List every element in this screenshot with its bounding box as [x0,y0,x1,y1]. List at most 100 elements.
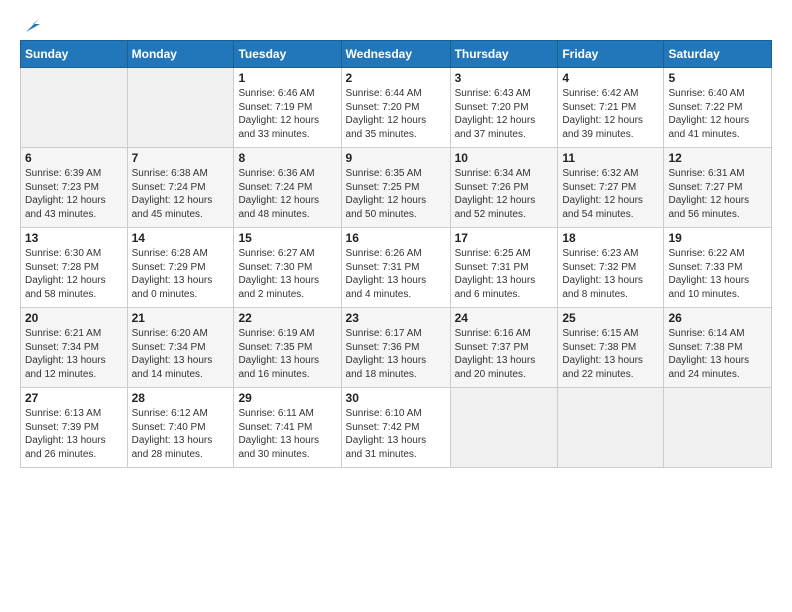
calendar-cell: 19 Sunrise: 6:22 AMSunset: 7:33 PMDayligh… [664,228,772,308]
calendar-body: 1 Sunrise: 6:46 AMSunset: 7:19 PMDaylight… [21,68,772,468]
day-number: 13 [25,231,123,245]
calendar-cell: 25 Sunrise: 6:15 AMSunset: 7:38 PMDayligh… [558,308,664,388]
day-info: Sunrise: 6:40 AMSunset: 7:22 PMDaylight:… [668,87,767,141]
day-number: 27 [25,391,123,405]
page-container: SundayMondayTuesdayWednesdayThursdayFrid… [0,0,792,478]
day-number: 23 [346,311,446,325]
calendar-cell: 29 Sunrise: 6:11 AMSunset: 7:41 PMDayligh… [234,388,341,468]
day-number: 29 [238,391,336,405]
day-number: 1 [238,71,336,85]
calendar-cell: 15Sunrise: 6:27 AMSunset: 7:30 PMDayligh… [234,228,341,308]
week-row-5: 27Sunrise: 6:13 AMSunset: 7:39 PMDayligh… [21,388,772,468]
week-row-4: 20 Sunrise: 6:21 AMSunset: 7:34 PMDayligh… [21,308,772,388]
calendar-cell: 4 Sunrise: 6:42 AMSunset: 7:21 PMDaylight… [558,68,664,148]
calendar-cell: 22 Sunrise: 6:19 AMSunset: 7:35 PMDayligh… [234,308,341,388]
day-info: Sunrise: 6:16 AMSunset: 7:37 PMDaylight:… [455,327,554,381]
calendar-cell [664,388,772,468]
weekday-row: SundayMondayTuesdayWednesdayThursdayFrid… [21,41,772,68]
day-number: 11 [562,151,659,165]
day-number: 10 [455,151,554,165]
day-info: Sunrise: 6:10 AMSunset: 7:42 PMDaylight:… [346,407,446,461]
weekday-header-friday: Friday [558,41,664,68]
calendar-cell [558,388,664,468]
calendar-cell: 13 Sunrise: 6:30 AMSunset: 7:28 PMDayligh… [21,228,128,308]
day-info: Sunrise: 6:14 AMSunset: 7:38 PMDaylight:… [668,327,767,381]
day-info: Sunrise: 6:15 AMSunset: 7:38 PMDaylight:… [562,327,659,381]
day-number: 25 [562,311,659,325]
day-number: 18 [562,231,659,245]
calendar-cell: 8 Sunrise: 6:36 AMSunset: 7:24 PMDaylight… [234,148,341,228]
calendar-cell: 12 Sunrise: 6:31 AMSunset: 7:27 PMDayligh… [664,148,772,228]
day-info: Sunrise: 6:20 AMSunset: 7:34 PMDaylight:… [132,327,230,381]
day-info: Sunrise: 6:23 AMSunset: 7:32 PMDaylight:… [562,247,659,301]
weekday-header-saturday: Saturday [664,41,772,68]
day-number: 30 [346,391,446,405]
logo-icon [22,14,44,36]
day-info: Sunrise: 6:19 AMSunset: 7:35 PMDaylight:… [238,327,336,381]
day-info: Sunrise: 6:25 AMSunset: 7:31 PMDaylight:… [455,247,554,301]
week-row-1: 1 Sunrise: 6:46 AMSunset: 7:19 PMDaylight… [21,68,772,148]
weekday-header-thursday: Thursday [450,41,558,68]
calendar-cell: 11 Sunrise: 6:32 AMSunset: 7:27 PMDayligh… [558,148,664,228]
calendar-table: SundayMondayTuesdayWednesdayThursdayFrid… [20,40,772,468]
day-number: 5 [668,71,767,85]
calendar-cell: 17 Sunrise: 6:25 AMSunset: 7:31 PMDayligh… [450,228,558,308]
calendar-cell: 21 Sunrise: 6:20 AMSunset: 7:34 PMDayligh… [127,308,234,388]
day-number: 26 [668,311,767,325]
day-info: Sunrise: 6:12 AMSunset: 7:40 PMDaylight:… [132,407,230,461]
week-row-2: 6 Sunrise: 6:39 AMSunset: 7:23 PMDaylight… [21,148,772,228]
day-number: 19 [668,231,767,245]
day-number: 17 [455,231,554,245]
calendar-cell: 18 Sunrise: 6:23 AMSunset: 7:32 PMDayligh… [558,228,664,308]
calendar-cell: 2 Sunrise: 6:44 AMSunset: 7:20 PMDaylight… [341,68,450,148]
calendar-cell: 27Sunrise: 6:13 AMSunset: 7:39 PMDayligh… [21,388,128,468]
day-info: Sunrise: 6:28 AMSunset: 7:29 PMDaylight:… [132,247,230,301]
weekday-header-tuesday: Tuesday [234,41,341,68]
day-info: Sunrise: 6:46 AMSunset: 7:19 PMDaylight:… [238,87,336,141]
day-number: 20 [25,311,123,325]
day-info: Sunrise: 6:42 AMSunset: 7:21 PMDaylight:… [562,87,659,141]
day-number: 12 [668,151,767,165]
day-info: Sunrise: 6:39 AMSunset: 7:23 PMDaylight:… [25,167,123,221]
calendar-cell: 10 Sunrise: 6:34 AMSunset: 7:26 PMDayligh… [450,148,558,228]
day-info: Sunrise: 6:32 AMSunset: 7:27 PMDaylight:… [562,167,659,221]
week-row-3: 13 Sunrise: 6:30 AMSunset: 7:28 PMDayligh… [21,228,772,308]
calendar-cell: 3Sunrise: 6:43 AMSunset: 7:20 PMDaylight… [450,68,558,148]
day-info: Sunrise: 6:22 AMSunset: 7:33 PMDaylight:… [668,247,767,301]
calendar-cell: 20 Sunrise: 6:21 AMSunset: 7:34 PMDayligh… [21,308,128,388]
day-info: Sunrise: 6:34 AMSunset: 7:26 PMDaylight:… [455,167,554,221]
day-info: Sunrise: 6:11 AMSunset: 7:41 PMDaylight:… [238,407,336,461]
day-info: Sunrise: 6:17 AMSunset: 7:36 PMDaylight:… [346,327,446,381]
day-info: Sunrise: 6:36 AMSunset: 7:24 PMDaylight:… [238,167,336,221]
day-number: 2 [346,71,446,85]
day-info: Sunrise: 6:26 AMSunset: 7:31 PMDaylight:… [346,247,446,301]
day-info: Sunrise: 6:27 AMSunset: 7:30 PMDaylight:… [238,247,336,301]
day-info: Sunrise: 6:31 AMSunset: 7:27 PMDaylight:… [668,167,767,221]
calendar-header: SundayMondayTuesdayWednesdayThursdayFrid… [21,41,772,68]
calendar-cell: 9Sunrise: 6:35 AMSunset: 7:25 PMDaylight… [341,148,450,228]
day-number: 28 [132,391,230,405]
logo [20,16,44,32]
day-number: 6 [25,151,123,165]
calendar-cell: 24Sunrise: 6:16 AMSunset: 7:37 PMDayligh… [450,308,558,388]
day-number: 21 [132,311,230,325]
calendar-cell: 30 Sunrise: 6:10 AMSunset: 7:42 PMDayligh… [341,388,450,468]
calendar-cell [127,68,234,148]
calendar-cell: 26 Sunrise: 6:14 AMSunset: 7:38 PMDayligh… [664,308,772,388]
calendar-cell: 7Sunrise: 6:38 AMSunset: 7:24 PMDaylight… [127,148,234,228]
header [20,16,772,32]
day-number: 4 [562,71,659,85]
day-info: Sunrise: 6:21 AMSunset: 7:34 PMDaylight:… [25,327,123,381]
calendar-cell [450,388,558,468]
day-info: Sunrise: 6:30 AMSunset: 7:28 PMDaylight:… [25,247,123,301]
calendar-cell: 5 Sunrise: 6:40 AMSunset: 7:22 PMDaylight… [664,68,772,148]
day-info: Sunrise: 6:44 AMSunset: 7:20 PMDaylight:… [346,87,446,141]
day-number: 22 [238,311,336,325]
day-number: 8 [238,151,336,165]
day-info: Sunrise: 6:38 AMSunset: 7:24 PMDaylight:… [132,167,230,221]
day-number: 16 [346,231,446,245]
weekday-header-sunday: Sunday [21,41,128,68]
day-info: Sunrise: 6:35 AMSunset: 7:25 PMDaylight:… [346,167,446,221]
calendar-cell: 1 Sunrise: 6:46 AMSunset: 7:19 PMDaylight… [234,68,341,148]
calendar-cell: 23 Sunrise: 6:17 AMSunset: 7:36 PMDayligh… [341,308,450,388]
